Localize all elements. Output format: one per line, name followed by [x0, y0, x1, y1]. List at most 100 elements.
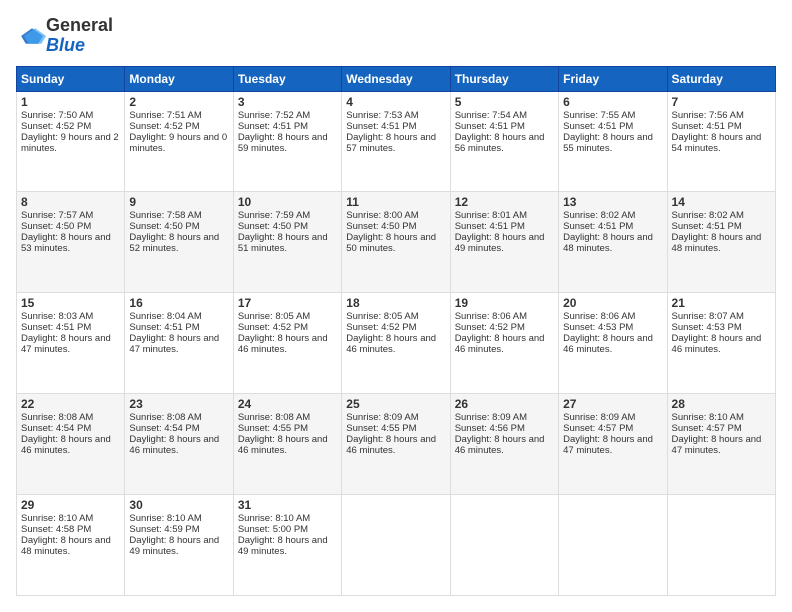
sunrise-text: Sunrise: 7:57 AM — [21, 210, 93, 221]
table-row: 9Sunrise: 7:58 AMSunset: 4:50 PMDaylight… — [125, 192, 233, 293]
table-row: 18Sunrise: 8:05 AMSunset: 4:52 PMDayligh… — [342, 293, 450, 394]
day-number: 28 — [672, 397, 771, 411]
table-row: 27Sunrise: 8:09 AMSunset: 4:57 PMDayligh… — [559, 394, 667, 495]
day-number: 27 — [563, 397, 662, 411]
table-row: 4Sunrise: 7:53 AMSunset: 4:51 PMDaylight… — [342, 91, 450, 192]
table-row — [559, 495, 667, 596]
logo-general: General — [46, 15, 113, 35]
sunrise-text: Sunrise: 8:02 AM — [563, 210, 635, 221]
day-number: 9 — [129, 195, 228, 209]
table-row: 10Sunrise: 7:59 AMSunset: 4:50 PMDayligh… — [233, 192, 341, 293]
table-row: 30Sunrise: 8:10 AMSunset: 4:59 PMDayligh… — [125, 495, 233, 596]
sunset-text: Sunset: 4:52 PM — [455, 322, 525, 333]
table-row: 7Sunrise: 7:56 AMSunset: 4:51 PMDaylight… — [667, 91, 775, 192]
sunset-text: Sunset: 4:57 PM — [563, 423, 633, 434]
table-row: 3Sunrise: 7:52 AMSunset: 4:51 PMDaylight… — [233, 91, 341, 192]
day-number: 21 — [672, 296, 771, 310]
sunset-text: Sunset: 4:55 PM — [346, 423, 416, 434]
sunset-text: Sunset: 4:57 PM — [672, 423, 742, 434]
sunrise-text: Sunrise: 7:54 AM — [455, 110, 527, 121]
day-number: 25 — [346, 397, 445, 411]
daylight-text: Daylight: 8 hours and 46 minutes. — [455, 434, 545, 456]
sunset-text: Sunset: 4:56 PM — [455, 423, 525, 434]
sunset-text: Sunset: 4:50 PM — [346, 221, 416, 232]
daylight-text: Daylight: 9 hours and 2 minutes. — [21, 132, 119, 154]
sunrise-text: Sunrise: 8:10 AM — [21, 513, 93, 524]
table-row — [342, 495, 450, 596]
sunrise-text: Sunrise: 8:02 AM — [672, 210, 744, 221]
table-row: 19Sunrise: 8:06 AMSunset: 4:52 PMDayligh… — [450, 293, 558, 394]
sunset-text: Sunset: 4:52 PM — [238, 322, 308, 333]
day-number: 4 — [346, 95, 445, 109]
daylight-text: Daylight: 8 hours and 46 minutes. — [563, 333, 653, 355]
daylight-text: Daylight: 8 hours and 47 minutes. — [129, 333, 219, 355]
table-row: 15Sunrise: 8:03 AMSunset: 4:51 PMDayligh… — [17, 293, 125, 394]
calendar-week-row: 22Sunrise: 8:08 AMSunset: 4:54 PMDayligh… — [17, 394, 776, 495]
daylight-text: Daylight: 8 hours and 46 minutes. — [238, 333, 328, 355]
table-row: 28Sunrise: 8:10 AMSunset: 4:57 PMDayligh… — [667, 394, 775, 495]
daylight-text: Daylight: 8 hours and 48 minutes. — [563, 232, 653, 254]
day-number: 20 — [563, 296, 662, 310]
col-saturday: Saturday — [667, 66, 775, 91]
daylight-text: Daylight: 8 hours and 47 minutes. — [563, 434, 653, 456]
day-number: 19 — [455, 296, 554, 310]
day-number: 14 — [672, 195, 771, 209]
table-row — [667, 495, 775, 596]
calendar-week-row: 8Sunrise: 7:57 AMSunset: 4:50 PMDaylight… — [17, 192, 776, 293]
sunset-text: Sunset: 4:55 PM — [238, 423, 308, 434]
day-number: 7 — [672, 95, 771, 109]
day-number: 23 — [129, 397, 228, 411]
sunrise-text: Sunrise: 7:51 AM — [129, 110, 201, 121]
sunset-text: Sunset: 4:50 PM — [21, 221, 91, 232]
daylight-text: Daylight: 8 hours and 57 minutes. — [346, 132, 436, 154]
table-row: 16Sunrise: 8:04 AMSunset: 4:51 PMDayligh… — [125, 293, 233, 394]
sunrise-text: Sunrise: 8:05 AM — [346, 311, 418, 322]
day-number: 17 — [238, 296, 337, 310]
table-row: 6Sunrise: 7:55 AMSunset: 4:51 PMDaylight… — [559, 91, 667, 192]
sunrise-text: Sunrise: 7:52 AM — [238, 110, 310, 121]
sunset-text: Sunset: 5:00 PM — [238, 524, 308, 535]
sunset-text: Sunset: 4:52 PM — [346, 322, 416, 333]
daylight-text: Daylight: 8 hours and 59 minutes. — [238, 132, 328, 154]
daylight-text: Daylight: 8 hours and 49 minutes. — [129, 535, 219, 557]
daylight-text: Daylight: 8 hours and 46 minutes. — [346, 434, 436, 456]
day-number: 1 — [21, 95, 120, 109]
sunset-text: Sunset: 4:54 PM — [129, 423, 199, 434]
sunrise-text: Sunrise: 8:00 AM — [346, 210, 418, 221]
table-row: 29Sunrise: 8:10 AMSunset: 4:58 PMDayligh… — [17, 495, 125, 596]
sunrise-text: Sunrise: 7:56 AM — [672, 110, 744, 121]
day-number: 26 — [455, 397, 554, 411]
sunset-text: Sunset: 4:53 PM — [672, 322, 742, 333]
sunset-text: Sunset: 4:52 PM — [21, 121, 91, 132]
day-number: 31 — [238, 498, 337, 512]
daylight-text: Daylight: 8 hours and 47 minutes. — [21, 333, 111, 355]
sunrise-text: Sunrise: 8:06 AM — [563, 311, 635, 322]
day-number: 29 — [21, 498, 120, 512]
table-row: 23Sunrise: 8:08 AMSunset: 4:54 PMDayligh… — [125, 394, 233, 495]
daylight-text: Daylight: 8 hours and 51 minutes. — [238, 232, 328, 254]
sunrise-text: Sunrise: 7:58 AM — [129, 210, 201, 221]
sunset-text: Sunset: 4:51 PM — [563, 121, 633, 132]
daylight-text: Daylight: 8 hours and 46 minutes. — [238, 434, 328, 456]
calendar-header-row: Sunday Monday Tuesday Wednesday Thursday… — [17, 66, 776, 91]
day-number: 10 — [238, 195, 337, 209]
daylight-text: Daylight: 8 hours and 46 minutes. — [21, 434, 111, 456]
table-row: 13Sunrise: 8:02 AMSunset: 4:51 PMDayligh… — [559, 192, 667, 293]
day-number: 2 — [129, 95, 228, 109]
daylight-text: Daylight: 8 hours and 54 minutes. — [672, 132, 762, 154]
daylight-text: Daylight: 8 hours and 56 minutes. — [455, 132, 545, 154]
sunset-text: Sunset: 4:51 PM — [346, 121, 416, 132]
daylight-text: Daylight: 8 hours and 49 minutes. — [238, 535, 328, 557]
day-number: 11 — [346, 195, 445, 209]
daylight-text: Daylight: 8 hours and 52 minutes. — [129, 232, 219, 254]
sunset-text: Sunset: 4:53 PM — [563, 322, 633, 333]
daylight-text: Daylight: 8 hours and 53 minutes. — [21, 232, 111, 254]
sunrise-text: Sunrise: 8:08 AM — [238, 412, 310, 423]
calendar-page: General Blue Sunday Monday Tuesday Wedne… — [0, 0, 792, 612]
daylight-text: Daylight: 8 hours and 46 minutes. — [129, 434, 219, 456]
day-number: 6 — [563, 95, 662, 109]
table-row: 14Sunrise: 8:02 AMSunset: 4:51 PMDayligh… — [667, 192, 775, 293]
calendar-week-row: 15Sunrise: 8:03 AMSunset: 4:51 PMDayligh… — [17, 293, 776, 394]
day-number: 13 — [563, 195, 662, 209]
day-number: 24 — [238, 397, 337, 411]
